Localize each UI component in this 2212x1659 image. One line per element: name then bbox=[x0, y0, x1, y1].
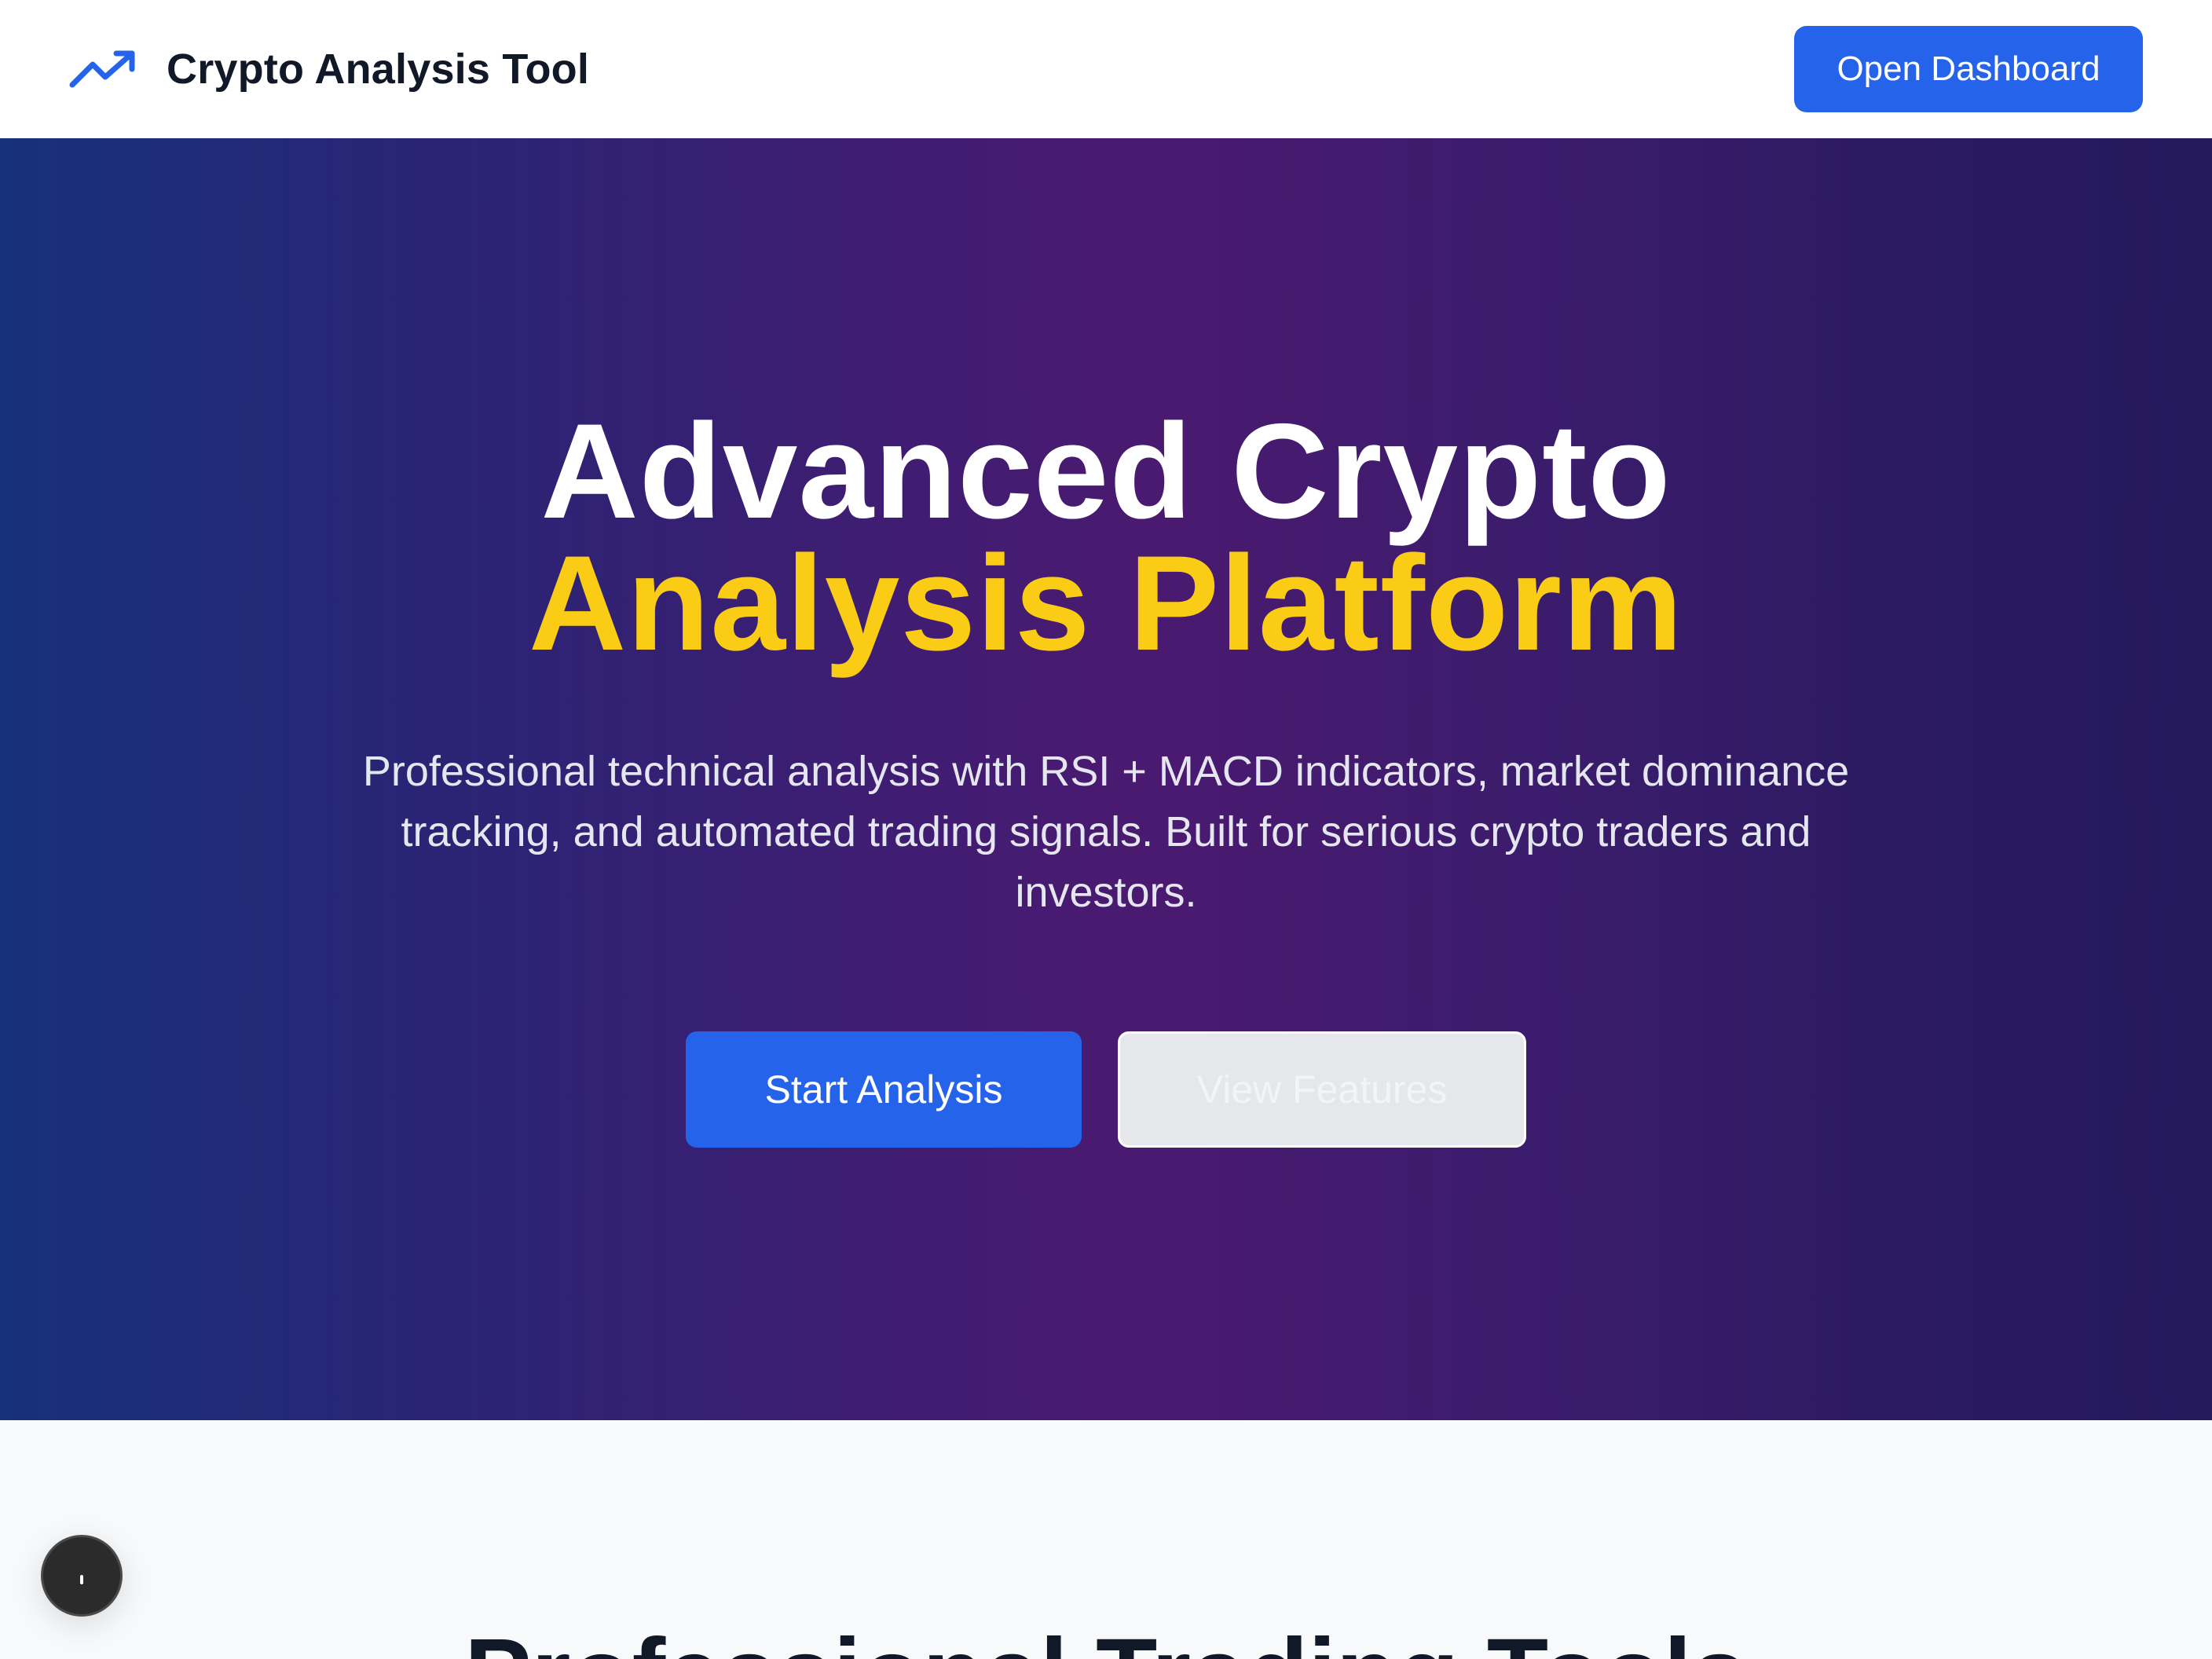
hero-title-highlight: Analysis Platform bbox=[529, 528, 1683, 679]
view-features-button[interactable]: View Features bbox=[1118, 1031, 1526, 1148]
chat-glyph bbox=[80, 1575, 83, 1584]
hero-content: Advanced Crypto Analysis Platform Profes… bbox=[0, 138, 2212, 1420]
chat-icon[interactable] bbox=[41, 1535, 123, 1617]
trending-up-icon bbox=[69, 46, 138, 93]
brand-title: Crypto Analysis Tool bbox=[167, 46, 590, 93]
brand[interactable]: Crypto Analysis Tool bbox=[69, 45, 589, 93]
top-nav: Crypto Analysis Tool Open Dashboard bbox=[0, 0, 2212, 138]
hero-actions: Start Analysis View Features bbox=[686, 1031, 1526, 1148]
section-heading: Professional Trading Tools bbox=[0, 1624, 2212, 1659]
hero-section: Advanced Crypto Analysis Platform Profes… bbox=[0, 138, 2212, 1420]
start-analysis-button[interactable]: Start Analysis bbox=[686, 1031, 1082, 1148]
hero-title: Advanced Crypto bbox=[540, 396, 1672, 547]
features-section: Professional Trading Tools bbox=[0, 1420, 2212, 1659]
hero-subtitle: Professional technical analysis with RSI… bbox=[362, 748, 1850, 916]
open-dashboard-button[interactable]: Open Dashboard bbox=[1794, 26, 2143, 112]
